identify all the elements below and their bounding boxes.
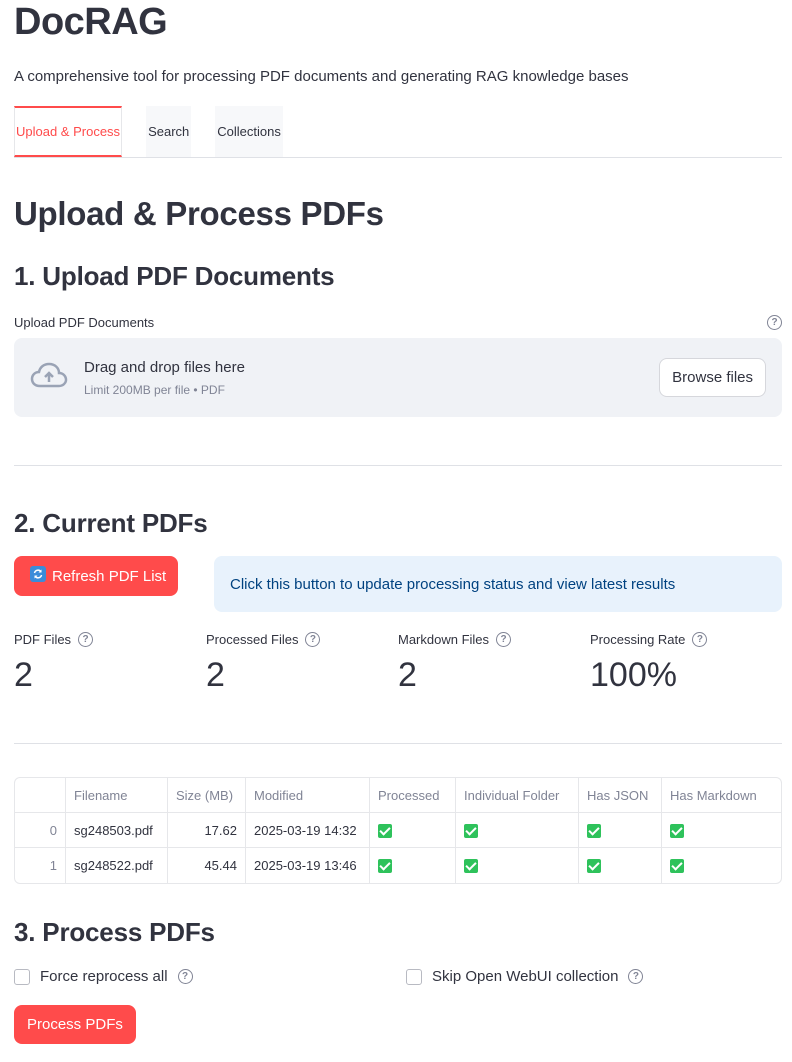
help-icon[interactable]: ? (177, 969, 193, 984)
cloud-upload-icon (30, 361, 68, 394)
upload-field-label: Upload PDF Documents (14, 315, 155, 330)
skip-collection-label[interactable]: Skip Open WebUI collection (432, 968, 618, 985)
help-icon[interactable]: ? (767, 315, 782, 330)
metric-label: PDF Files (14, 632, 72, 647)
column-header[interactable]: Filename (66, 778, 168, 813)
metric-processing-rate: Processing Rate? 100% (590, 632, 782, 695)
help-icon[interactable]: ? (692, 632, 708, 647)
current-pdfs-heading: 2. Current PDFs (14, 508, 208, 538)
checkbox-checked-icon (587, 859, 601, 874)
help-icon[interactable]: ? (78, 632, 94, 647)
help-icon[interactable]: ? (628, 969, 644, 984)
info-alert: Click this button to update processing s… (214, 556, 782, 612)
metric-markdown-files: Markdown Files? 2 (398, 632, 590, 695)
tab-upload-process[interactable]: Upload & Process (14, 106, 123, 157)
checkbox-checked-icon (587, 823, 601, 838)
dropzone-text: Drag and drop files here Limit 200MB per… (84, 359, 245, 397)
help-icon[interactable]: ? (305, 632, 321, 647)
column-header[interactable]: Modified (246, 778, 370, 813)
column-header[interactable]: Size (MB) (168, 778, 246, 813)
app-subtitle: A comprehensive tool for processing PDF … (14, 68, 629, 85)
refresh-label: Refresh PDF List (52, 567, 167, 585)
metric-label: Processing Rate (590, 632, 686, 647)
process-heading: 3. Process PDFs (14, 917, 215, 947)
refresh-row: Refresh PDF List Click this button to up… (14, 556, 782, 612)
dropzone-title: Drag and drop files here (84, 358, 245, 376)
cell-size[interactable]: 45.44 (168, 848, 246, 883)
cell-processed[interactable] (370, 848, 456, 883)
divider (14, 743, 782, 744)
metric-label: Processed Files (206, 632, 299, 647)
cell-modified[interactable]: 2025-03-19 13:46 (246, 848, 370, 883)
force-reprocess-label[interactable]: Force reprocess all (40, 968, 168, 985)
cell-has-markdown[interactable] (662, 848, 781, 883)
checkbox-checked-icon (670, 859, 684, 874)
metric-processed-files: Processed Files? 2 (206, 632, 398, 695)
column-header[interactable]: Has JSON (579, 778, 662, 813)
cell-modified[interactable]: 2025-03-19 14:32 (246, 813, 370, 848)
cell-has-json[interactable] (579, 813, 662, 848)
process-options: Force reprocess all ? Skip Open WebUI co… (14, 968, 782, 985)
browse-files-button[interactable]: Browse files (659, 358, 766, 397)
metric-value: 2 (206, 656, 225, 694)
tab-collections[interactable]: Collections (215, 106, 283, 157)
skip-collection-option[interactable]: Skip Open WebUI collection ? (406, 968, 644, 985)
pdf-table[interactable]: Filename Size (MB) Modified Processed In… (14, 777, 782, 884)
cell-has-markdown[interactable] (662, 813, 781, 848)
checkbox-checked-icon (378, 859, 392, 874)
metric-value: 2 (398, 656, 417, 694)
cell-individual-folder[interactable] (456, 813, 579, 848)
cell-filename[interactable]: sg248503.pdf (66, 813, 168, 848)
checkbox-checked-icon (464, 859, 478, 874)
force-reprocess-checkbox[interactable] (14, 968, 30, 985)
main-page: DocRAG A comprehensive tool for processi… (14, 0, 782, 1044)
table-row[interactable]: 0 sg248503.pdf 17.62 2025-03-19 14:32 (15, 813, 781, 848)
file-dropzone[interactable]: Drag and drop files here Limit 200MB per… (14, 338, 782, 417)
tab-search[interactable]: Search (146, 106, 192, 157)
row-index: 0 (15, 813, 66, 848)
force-reprocess-option[interactable]: Force reprocess all ? (14, 968, 406, 985)
refresh-pdf-list-button[interactable]: Refresh PDF List (14, 556, 179, 596)
dropzone-limit: Limit 200MB per file • PDF (84, 382, 225, 397)
row-index: 1 (15, 848, 66, 883)
checkbox-checked-icon (378, 823, 392, 838)
table-row[interactable]: 1 sg248522.pdf 45.44 2025-03-19 13:46 (15, 848, 781, 883)
metric-pdf-files: PDF Files? 2 (14, 632, 206, 695)
metrics-row: PDF Files? 2 Processed Files? 2 Markdown… (14, 632, 782, 695)
column-header[interactable]: Individual Folder (456, 778, 579, 813)
skip-collection-checkbox[interactable] (406, 968, 422, 985)
refresh-icon (30, 566, 46, 586)
cell-processed[interactable] (370, 813, 456, 848)
cell-size[interactable]: 17.62 (168, 813, 246, 848)
upload-heading: 1. Upload PDF Documents (14, 261, 335, 291)
cell-individual-folder[interactable] (456, 848, 579, 883)
table-header-row: Filename Size (MB) Modified Processed In… (15, 778, 781, 813)
metric-label: Markdown Files (398, 632, 490, 647)
cell-has-json[interactable] (579, 848, 662, 883)
checkbox-checked-icon (670, 823, 684, 838)
checkbox-checked-icon (464, 823, 478, 838)
app-title: DocRAG (14, 1, 168, 43)
column-header[interactable]: Has Markdown (662, 778, 781, 813)
cell-filename[interactable]: sg248522.pdf (66, 848, 168, 883)
divider (14, 465, 782, 466)
help-icon[interactable]: ? (496, 632, 512, 647)
tab-bar: Upload & Process Search Collections (14, 106, 782, 158)
upload-label-row: Upload PDF Documents ? (14, 315, 782, 330)
column-header[interactable]: Processed (370, 778, 456, 813)
page-title: Upload & Process PDFs (14, 195, 384, 232)
metric-value: 100% (590, 656, 677, 694)
column-header[interactable] (15, 778, 66, 813)
process-pdfs-button[interactable]: Process PDFs (14, 1005, 136, 1044)
metric-value: 2 (14, 656, 33, 694)
